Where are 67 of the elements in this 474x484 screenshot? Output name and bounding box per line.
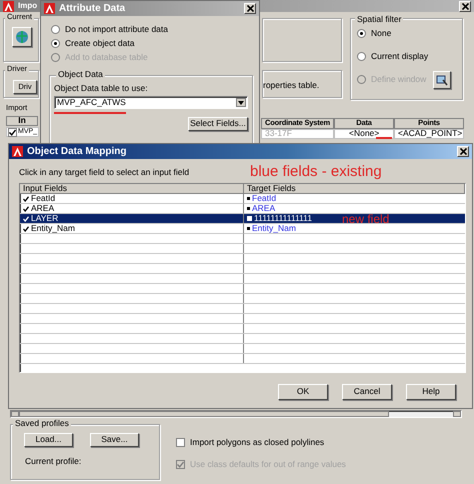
field-name: LAYER — [31, 214, 58, 224]
table-cell[interactable]: FeatId — [244, 194, 465, 204]
horizontal-scrollbar[interactable] — [10, 410, 462, 418]
option-label: Do not import attribute data — [65, 25, 168, 35]
save-button[interactable]: Save... — [90, 433, 139, 447]
select-fields-button[interactable]: Select Fields... — [188, 117, 248, 131]
globe-icon — [15, 30, 29, 44]
close-button[interactable] — [457, 146, 469, 157]
radio-button[interactable] — [357, 29, 366, 38]
option-label: Create object data — [65, 39, 134, 49]
dropdown-value: MVP_AFC_ATWS — [57, 98, 127, 108]
app-logo-icon — [44, 3, 55, 14]
bullet-icon — [247, 207, 250, 210]
group-label: Spatial filter — [355, 15, 404, 25]
ok-button[interactable]: OK — [278, 384, 328, 400]
instruction-text: Click in any target field to select an input field — [19, 168, 190, 178]
table-cell[interactable]: LAYER — [20, 214, 244, 224]
field-name: FeatId — [252, 194, 276, 204]
radio-button[interactable] — [357, 52, 366, 62]
annotation-text: new field — [342, 214, 390, 224]
info-text: roperties table. — [263, 81, 320, 91]
column-header: In — [6, 116, 38, 126]
table-cell[interactable]: Entity_Nam — [244, 224, 465, 234]
field-label: Object Data table to use: — [54, 84, 148, 94]
field-name: AREA — [252, 204, 276, 214]
bullet-icon — [247, 216, 252, 221]
close-button[interactable] — [459, 0, 471, 12]
annotation-text: blue fields - existing — [250, 163, 382, 180]
cancel-button[interactable]: Cancel — [342, 384, 392, 400]
table-cell: 33-17F — [261, 129, 334, 139]
load-button[interactable]: Load... — [24, 433, 73, 447]
group-label: Object Data — [56, 70, 105, 80]
close-button[interactable] — [244, 3, 256, 14]
field-name: 11111111111111 — [254, 214, 312, 224]
table-cell[interactable]: Entity_Nam — [20, 224, 244, 234]
option-label: Current display — [371, 52, 428, 62]
group-label: Saved profiles — [13, 419, 71, 429]
field-name: Entity_Nam — [252, 224, 296, 234]
checkbox[interactable] — [176, 438, 185, 448]
column-header: Target Fields — [244, 184, 465, 194]
window-title: Object Data Mapping — [27, 146, 126, 158]
bullet-icon — [247, 227, 250, 230]
window-select-icon — [436, 74, 448, 86]
field-name: AREA — [31, 204, 54, 214]
window-select-button[interactable] — [433, 71, 451, 89]
globe-button[interactable] — [12, 27, 32, 47]
field-name: FeatId — [31, 194, 56, 204]
option-label: Import polygons as closed polylines — [190, 438, 324, 448]
table-cell[interactable]: FeatId — [20, 194, 244, 204]
table-dropdown[interactable]: MVP_AFC_ATWS — [54, 96, 248, 109]
column-header: Input Fields — [20, 184, 244, 194]
table-cell: <None> — [334, 129, 394, 139]
option-label: None — [371, 29, 392, 39]
window-title: Impo — [18, 1, 38, 11]
checkbox[interactable] — [8, 128, 17, 136]
table-cell[interactable]: 11111111111111 new field — [244, 214, 465, 224]
radio-button[interactable] — [51, 39, 60, 48]
window-title: Attribute Data — [59, 2, 126, 14]
field-name: Entity_Nam — [31, 224, 75, 234]
dropdown-arrow-icon — [236, 98, 246, 107]
bullet-icon — [247, 197, 250, 200]
app-logo-icon — [12, 146, 23, 157]
app-logo-icon — [3, 0, 14, 12]
table-cell: <ACAD_POINT> — [394, 129, 464, 139]
help-button[interactable]: Help — [406, 384, 456, 400]
radio-button[interactable] — [51, 25, 60, 34]
profile-label: Current profile: — [25, 457, 82, 467]
